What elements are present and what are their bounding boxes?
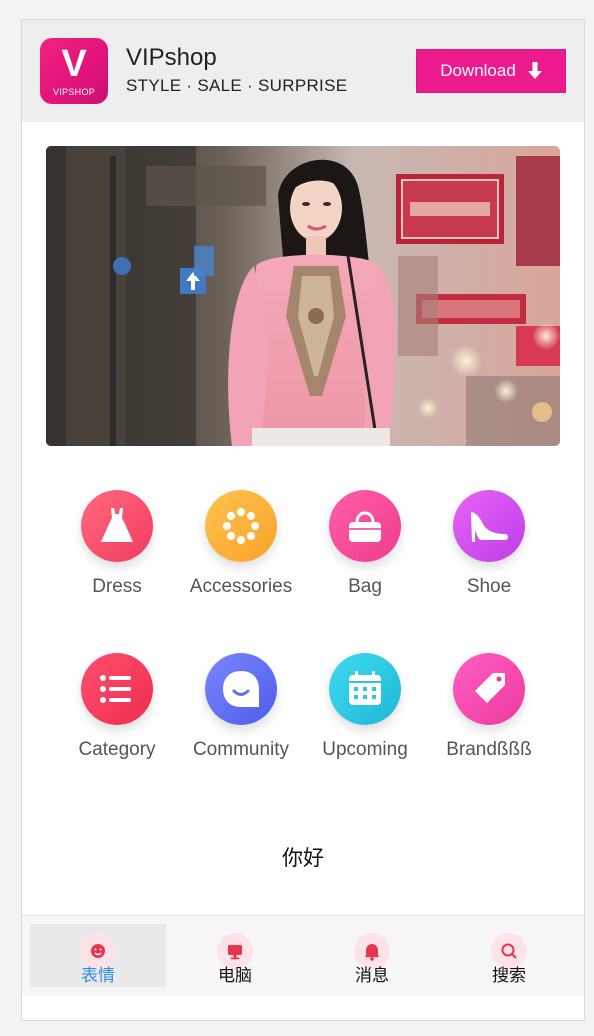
download-button[interactable]: Download — [416, 49, 566, 93]
tag-icon — [453, 653, 525, 725]
category-label: Bag — [348, 576, 382, 597]
download-arrow-icon — [527, 62, 542, 79]
tab-computer[interactable]: 电脑 — [167, 924, 303, 987]
bottom-tab-bar: 表情 电脑 消息 搜索 — [22, 915, 584, 996]
category-bag[interactable]: Bag — [303, 490, 427, 620]
tab-search[interactable]: 搜索 — [441, 924, 577, 987]
category-category[interactable]: Category — [55, 653, 179, 783]
list-icon — [81, 653, 153, 725]
category-label: Dress — [92, 576, 142, 597]
dress-icon — [81, 490, 153, 562]
category-label: Accessories — [189, 576, 293, 597]
tab-emoji[interactable]: 表情 — [30, 924, 166, 987]
phone-frame: V VIPSHOP VIPshop STYLE · SALE · SURPRIS… — [21, 19, 585, 1021]
logo-text: VIPSHOP — [52, 87, 96, 97]
category-label: Brandßßß — [446, 739, 532, 760]
category-dress[interactable]: Dress — [55, 490, 179, 620]
category-label: Community — [192, 739, 290, 760]
vipshop-logo: V VIPSHOP — [40, 38, 108, 104]
calendar-icon — [329, 653, 401, 725]
download-label: Download — [440, 61, 516, 80]
category-label: Upcoming — [322, 739, 408, 760]
banner-photo — [46, 146, 560, 446]
greeting-text: 你好 — [282, 847, 324, 870]
category-community[interactable]: Community — [179, 653, 303, 783]
tab-label: 表情 — [81, 966, 115, 985]
bag-icon — [329, 490, 401, 562]
promo-banner[interactable] — [46, 146, 560, 446]
app-tagline: STYLE · SALE · SURPRISE — [126, 76, 348, 95]
tab-label: 电脑 — [218, 966, 252, 985]
tab-label: 搜索 — [492, 966, 526, 985]
tab-messages[interactable]: 消息 — [304, 924, 440, 987]
app-name: VIPshop — [126, 44, 217, 71]
shoe-icon — [453, 490, 525, 562]
category-label: Shoe — [466, 576, 512, 597]
accessories-icon — [205, 490, 277, 562]
category-shoe[interactable]: Shoe — [427, 490, 551, 620]
category-brand[interactable]: Brandßßß — [427, 653, 551, 783]
category-label: Category — [78, 739, 156, 760]
logo-letter: V — [61, 43, 87, 85]
category-accessories[interactable]: Accessories — [179, 490, 303, 620]
category-upcoming[interactable]: Upcoming — [303, 653, 427, 783]
app-header: V VIPSHOP VIPshop STYLE · SALE · SURPRIS… — [22, 20, 584, 122]
tab-label: 消息 — [355, 966, 389, 985]
chat-bubble-icon — [205, 653, 277, 725]
